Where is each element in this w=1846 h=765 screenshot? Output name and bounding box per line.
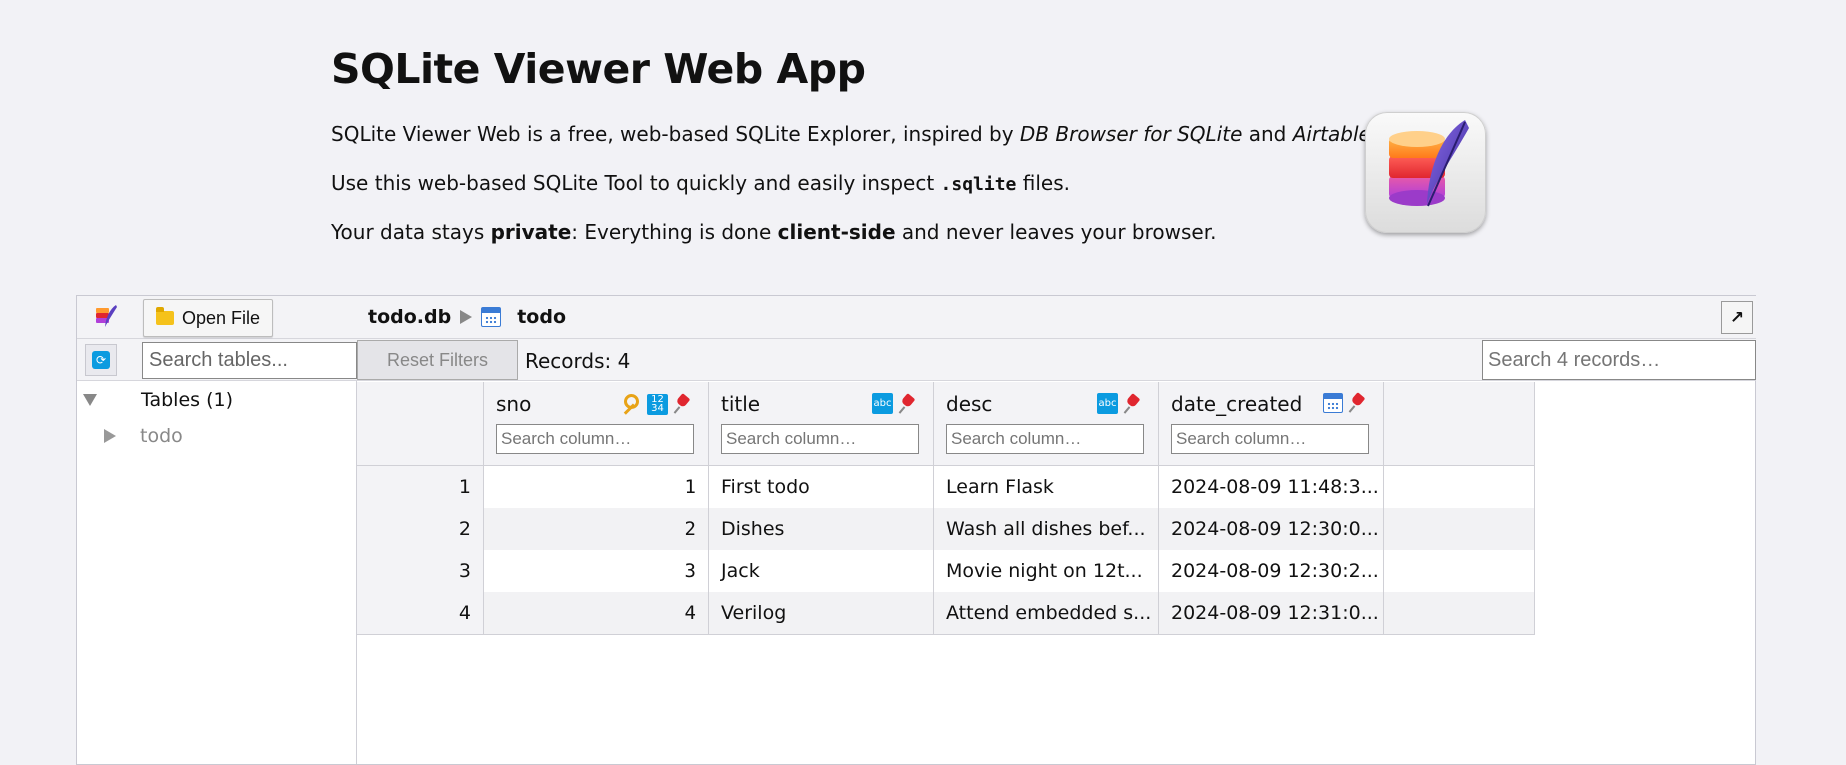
tables-group[interactable]: Tables (1) xyxy=(83,385,233,415)
intro-paragraph-1: SQLite Viewer Web is a free, web-based S… xyxy=(331,122,1377,146)
column-search-input[interactable] xyxy=(946,424,1144,454)
search-tables-input[interactable] xyxy=(142,342,357,379)
reset-filters-button[interactable]: Reset Filters xyxy=(357,340,518,380)
calendar-icon xyxy=(1323,393,1343,413)
database-feather-icon xyxy=(1389,120,1469,207)
breadcrumb-table: todo xyxy=(517,306,567,328)
sqlite-viewer-app: Open File ⟳ Tables (1) todo todo.db tod xyxy=(76,295,1756,765)
file-extension: .sqlite xyxy=(940,174,1017,195)
cell-desc[interactable]: Movie night on 12t... xyxy=(934,550,1159,592)
cell-filler xyxy=(1384,592,1535,634)
column-header-date-created[interactable]: date_created xyxy=(1159,382,1384,466)
intro-paragraph-3: Your data stays private: Everything is d… xyxy=(331,220,1217,244)
table-row[interactable]: 2 2 Dishes Wash all dishes bef... 2024-0… xyxy=(357,508,1535,550)
expand-button[interactable]: ↗ xyxy=(1721,301,1753,334)
table-row[interactable]: 3 3 Jack Movie night on 12t... 2024-08-0… xyxy=(357,550,1535,592)
table-row[interactable]: 1 1 First todo Learn Flask 2024-08-09 11… xyxy=(357,466,1535,508)
tree-item-label: todo xyxy=(140,425,183,447)
folder-icon xyxy=(156,307,174,325)
refresh-icon: ⟳ xyxy=(92,351,110,369)
text-icon: abc xyxy=(872,393,893,414)
grid-header: sno 1234 title abc xyxy=(357,382,1535,466)
caret-right-icon[interactable] xyxy=(104,429,116,443)
cell-filler xyxy=(1384,466,1535,508)
intro-paragraph-2: Use this web-based SQLite Tool to quickl… xyxy=(331,171,1070,195)
intro-section: SQLite Viewer Web App SQLite Viewer Web … xyxy=(331,40,1377,244)
cell-title[interactable]: Jack xyxy=(709,550,934,592)
column-header-title[interactable]: title abc xyxy=(709,382,934,466)
cell-title[interactable]: Dishes xyxy=(709,508,934,550)
row-index: 1 xyxy=(357,466,484,508)
refresh-button[interactable]: ⟳ xyxy=(85,344,117,376)
cell-sno[interactable]: 3 xyxy=(484,550,709,592)
sidebar-toolbar: Open File xyxy=(77,296,357,339)
text-icon: abc xyxy=(1097,393,1118,414)
chevron-right-icon xyxy=(460,310,473,324)
cell-date-created[interactable]: 2024-08-09 12:30:2... xyxy=(1159,550,1384,592)
app-logo-icon xyxy=(96,305,117,327)
cell-date-created[interactable]: 2024-08-09 12:30:0... xyxy=(1159,508,1384,550)
breadcrumb-db[interactable]: todo.db xyxy=(368,306,451,328)
main-panel: todo.db todo ↗ Reset Filters Records: 4 … xyxy=(357,296,1756,764)
row-index: 3 xyxy=(357,550,484,592)
primary-key-icon xyxy=(619,393,641,415)
db-browser-link[interactable]: DB Browser for SQLite xyxy=(1020,122,1242,146)
column-search-input[interactable] xyxy=(721,424,919,454)
data-grid: sno 1234 title abc xyxy=(357,382,1535,635)
tree-item-todo[interactable]: todo xyxy=(104,421,183,451)
breadcrumb: todo.db todo ↗ xyxy=(357,296,1756,339)
tables-group-label: Tables (1) xyxy=(141,389,233,411)
open-file-button[interactable]: Open File xyxy=(143,299,273,337)
filter-bar: Reset Filters Records: 4 xyxy=(357,339,1756,381)
page-title: SQLite Viewer Web App xyxy=(331,45,866,93)
cell-desc[interactable]: Wash all dishes bef... xyxy=(934,508,1159,550)
cell-date-created[interactable]: 2024-08-09 11:48:3... xyxy=(1159,466,1384,508)
cell-sno[interactable]: 4 xyxy=(484,592,709,634)
cell-date-created[interactable]: 2024-08-09 12:31:0... xyxy=(1159,592,1384,634)
cell-filler xyxy=(1384,550,1535,592)
cell-sno[interactable]: 2 xyxy=(484,508,709,550)
row-index: 4 xyxy=(357,592,484,634)
index-header xyxy=(357,382,484,466)
cell-filler xyxy=(1384,508,1535,550)
table-icon xyxy=(481,307,502,327)
column-search-input[interactable] xyxy=(1171,424,1369,454)
records-count: Records: 4 xyxy=(525,349,631,373)
column-header-sno[interactable]: sno 12 34 xyxy=(484,382,709,466)
integer-icon: 12 34 xyxy=(647,393,668,415)
cell-sno[interactable]: 1 xyxy=(484,466,709,508)
column-header-desc[interactable]: desc abc xyxy=(934,382,1159,466)
cell-title[interactable]: First todo xyxy=(709,466,934,508)
pin-icon[interactable] xyxy=(899,394,917,414)
pin-icon[interactable] xyxy=(674,394,692,414)
filler-header xyxy=(1384,382,1535,466)
pin-icon[interactable] xyxy=(1124,394,1142,414)
sidebar-search-row: ⟳ xyxy=(77,339,357,381)
table-row[interactable]: 4 4 Verilog Attend embedded s... 2024-08… xyxy=(357,592,1535,634)
sidebar: Open File ⟳ Tables (1) todo xyxy=(77,296,357,764)
column-search-input[interactable] xyxy=(496,424,694,454)
airtable-link[interactable]: Airtable xyxy=(1293,122,1371,146)
cell-title[interactable]: Verilog xyxy=(709,592,934,634)
app-logo xyxy=(1365,112,1486,233)
cell-desc[interactable]: Attend embedded s... xyxy=(934,592,1159,634)
caret-down-icon[interactable] xyxy=(83,394,97,406)
pin-icon[interactable] xyxy=(1349,393,1367,413)
search-records-input[interactable] xyxy=(1482,340,1756,380)
cell-desc[interactable]: Learn Flask xyxy=(934,466,1159,508)
row-index: 2 xyxy=(357,508,484,550)
